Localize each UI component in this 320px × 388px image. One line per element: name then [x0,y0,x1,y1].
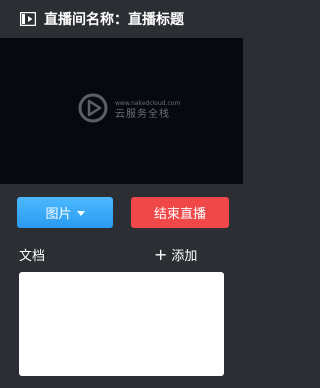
image-button-label: 图片 [45,207,72,222]
document-label: 文档 [19,249,46,264]
video-player-icon [20,12,36,26]
watermark-url: www.nakedcloud.com [115,99,181,107]
end-live-label: 结束直播 [153,207,206,222]
header: 直播间名称：直播标题 [0,0,243,38]
video-player[interactable]: www.nakedcloud.com 云服务全栈 [0,38,243,184]
add-document-button[interactable]: + 添加 [154,245,197,264]
document-area[interactable] [19,272,224,376]
end-live-button[interactable]: 结束直播 [131,197,229,228]
caret-down-icon [76,210,85,216]
image-dropdown-button[interactable]: 图片 [17,197,113,228]
add-label: 添加 [171,249,198,264]
watermark: www.nakedcloud.com 云服务全栈 [77,92,181,128]
plus-icon: + [154,244,168,264]
watermark-text: 云服务全栈 [115,108,170,120]
room-title: 直播间名称：直播标题 [44,12,184,28]
play-logo-icon [77,92,109,128]
